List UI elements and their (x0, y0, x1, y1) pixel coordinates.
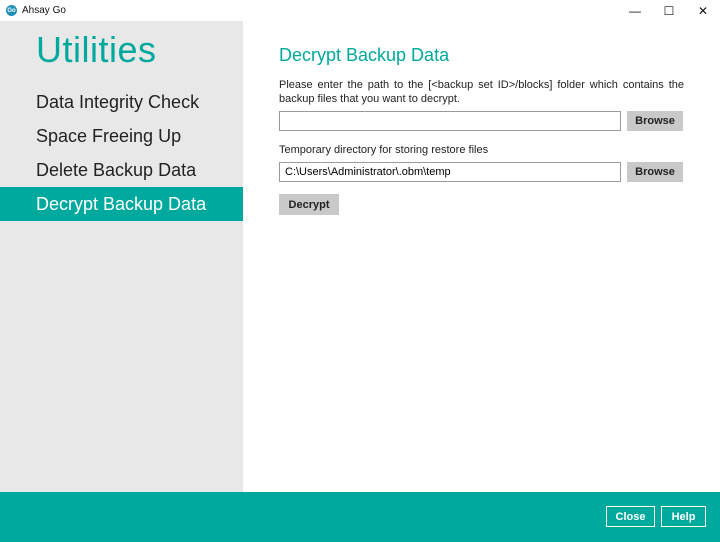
close-window-button[interactable]: ✕ (686, 0, 720, 21)
temp-directory-label: Temporary directory for storing restore … (279, 144, 489, 156)
window-title: Ahsay Go (22, 5, 66, 16)
browse-backup-path-button[interactable]: Browse (627, 111, 683, 131)
decrypt-description: Please enter the path to the [<backup se… (279, 79, 684, 105)
browse-temp-directory-button[interactable]: Browse (627, 162, 683, 182)
sidebar: Utilities Data Integrity Check Space Fre… (0, 21, 243, 492)
close-button[interactable]: Close (606, 506, 655, 527)
help-button[interactable]: Help (661, 506, 706, 527)
sidebar-item-delete-backup-data[interactable]: Delete Backup Data (0, 153, 243, 187)
minimize-button[interactable]: — (618, 0, 652, 21)
page-title: Decrypt Backup Data (279, 45, 450, 65)
sidebar-item-decrypt-backup-data[interactable]: Decrypt Backup Data (0, 187, 243, 221)
backup-path-input[interactable] (279, 111, 621, 131)
sidebar-item-data-integrity-check[interactable]: Data Integrity Check (0, 85, 243, 119)
title-bar: Go Ahsay Go — ☐ ✕ (0, 0, 720, 21)
main-panel: Decrypt Backup Data Please enter the pat… (243, 21, 720, 492)
temp-directory-input[interactable] (279, 162, 621, 182)
sidebar-title: Utilities (36, 29, 157, 70)
decrypt-button[interactable]: Decrypt (279, 194, 339, 215)
footer-bar: Close Help (0, 492, 720, 542)
maximize-button[interactable]: ☐ (652, 0, 686, 21)
sidebar-item-space-freeing-up[interactable]: Space Freeing Up (0, 119, 243, 153)
app-logo-icon: Go (6, 5, 17, 16)
window-controls: — ☐ ✕ (618, 0, 720, 21)
